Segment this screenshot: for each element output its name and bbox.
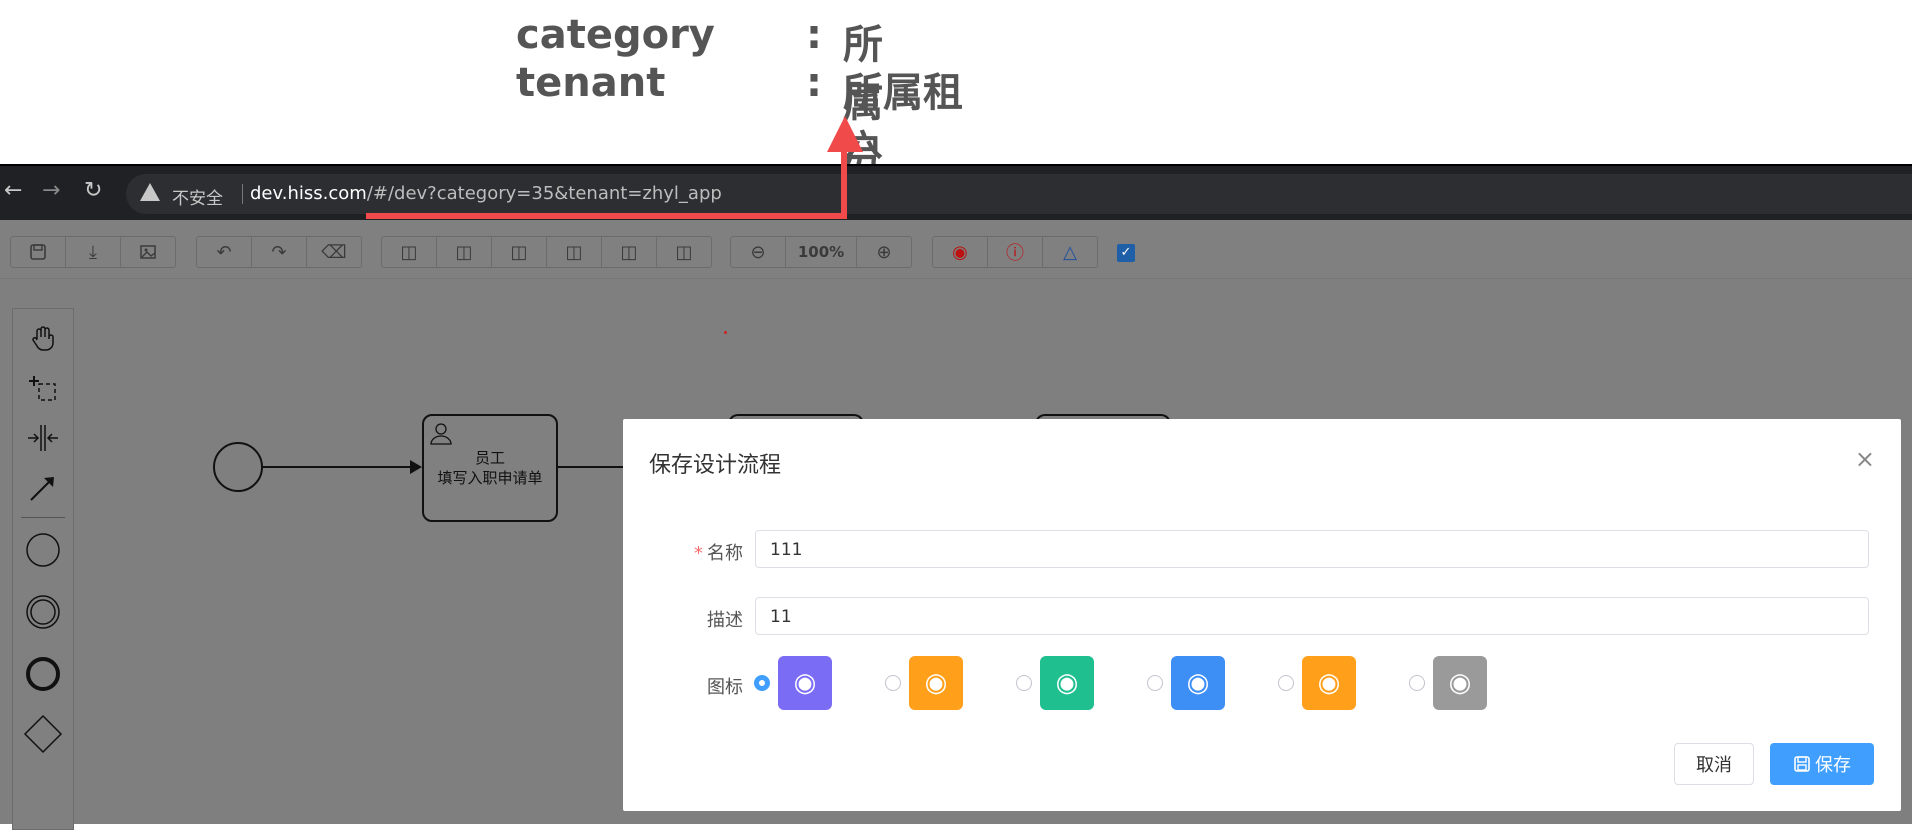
download-icon[interactable]: ⤓ — [66, 237, 121, 267]
reload-icon[interactable]: ↻ — [84, 178, 102, 203]
icon-glyph: ◉ — [793, 668, 817, 698]
task-label: 员工 填写入职申请单 — [424, 448, 556, 488]
canvas-marker — [724, 331, 727, 334]
annotation-header: category : 所属分类 tenant : 所属租户AppID — [0, 0, 1912, 242]
person-leave-gray-icon[interactable]: ◉ — [1433, 656, 1487, 710]
lasso-tool-icon[interactable] — [13, 363, 73, 413]
align-group: ◫ ◫ ◫ ◫ ◫ ◫ — [381, 236, 712, 268]
warning-icon — [140, 183, 160, 201]
file-group: ⤓ — [10, 236, 176, 268]
annotation-colon: : — [806, 60, 822, 106]
end-event-icon[interactable] — [13, 649, 73, 699]
undo-icon[interactable]: ↶ — [197, 237, 252, 267]
annotation-colon: : — [806, 12, 822, 58]
person-leave-icon[interactable]: ◉ — [1040, 656, 1094, 710]
required-mark: * — [694, 543, 703, 564]
sequence-flow[interactable] — [556, 466, 626, 468]
connect-tool-icon[interactable] — [13, 463, 73, 513]
zoom-out-icon[interactable]: ⊖ — [731, 237, 786, 267]
zoom-in-icon[interactable]: ⊕ — [857, 237, 911, 267]
align-bottom-icon[interactable]: ◫ — [657, 237, 711, 267]
save-icon — [1794, 756, 1810, 772]
url-path: /#/dev?category=35&tenant=zhyl_app — [366, 183, 722, 204]
document-sign-icon[interactable]: ◉ — [909, 656, 963, 710]
sequence-flow[interactable] — [261, 466, 411, 468]
browser-toolbar: ← → ↻ 不安全 dev.hiss.com/#/dev?category=35… — [0, 164, 1912, 222]
forward-icon[interactable]: → — [42, 178, 60, 203]
description-field[interactable]: 11 — [755, 597, 1869, 635]
align-middle-icon[interactable]: ◫ — [602, 237, 657, 267]
eraser-icon[interactable]: ⌫ — [307, 237, 361, 267]
icon-glyph: ◉ — [1186, 668, 1210, 698]
address-separator — [242, 184, 243, 204]
annotation-key: category — [516, 12, 715, 58]
annotation-key: tenant — [516, 60, 666, 106]
icon-radio[interactable] — [1016, 675, 1032, 691]
zoom-level[interactable]: 100% — [786, 237, 857, 267]
checkbox-icon[interactable]: ✓ — [1117, 244, 1135, 262]
stamp-icon[interactable]: △ — [1043, 237, 1097, 267]
icon-radio[interactable] — [885, 675, 901, 691]
align-right-icon[interactable]: ◫ — [492, 237, 547, 267]
task-label-line1: 员工 — [474, 449, 505, 467]
zoom-value: 100% — [797, 243, 845, 261]
designer-toolbar: ⤓ ↶ ↷ ⌫ ◫ ◫ ◫ ◫ ◫ ◫ ⊖ 100% ⊕ ◉ ⓘ △ ✓ — [0, 220, 1912, 279]
hand-tool-icon[interactable] — [13, 313, 73, 363]
save-process-dialog: 保存设计流程 × * 名称 111 描述 11 图标 ◉ ◉ ◉ ◉ ◉ ◉ 取消 保存 — [623, 419, 1901, 811]
redo-icon[interactable]: ↷ — [252, 237, 307, 267]
save-icon[interactable] — [11, 237, 66, 267]
zoom-group: ⊖ 100% ⊕ — [730, 236, 912, 268]
icon-radio[interactable] — [754, 675, 770, 691]
element-palette — [12, 308, 74, 830]
icon-glyph: ◉ — [1055, 668, 1079, 698]
gateway-icon[interactable] — [13, 709, 73, 759]
address-bar[interactable]: 不安全 dev.hiss.com/#/dev?category=35&tenan… — [126, 174, 1912, 214]
icon-glyph: ◉ — [1448, 668, 1472, 698]
validate-icon[interactable]: ⓘ — [988, 237, 1043, 267]
sim-icon[interactable]: ◉ — [933, 237, 988, 267]
align-center-icon[interactable]: ◫ — [437, 237, 492, 267]
task-label-line2: 填写入职申请单 — [437, 469, 543, 487]
url-text[interactable]: dev.hiss.com/#/dev?category=35&tenant=zh… — [250, 183, 722, 204]
url-host: dev.hiss.com — [250, 183, 367, 204]
intermediate-event-icon[interactable] — [13, 587, 73, 637]
calendar-add-icon[interactable]: ◉ — [778, 656, 832, 710]
name-label: * 名称 — [643, 539, 743, 565]
user-icon — [430, 423, 452, 445]
close-icon[interactable]: × — [1855, 445, 1875, 473]
description-label: 描述 — [707, 610, 743, 631]
save-button-label: 保存 — [1815, 755, 1851, 776]
user-task[interactable]: 员工 填写入职申请单 — [422, 414, 558, 522]
icon-glyph: ◉ — [1317, 668, 1341, 698]
icon-radio[interactable] — [1409, 675, 1425, 691]
space-tool-icon[interactable] — [13, 413, 73, 463]
save-button[interactable]: 保存 — [1770, 743, 1874, 785]
security-label[interactable]: 不安全 — [172, 184, 223, 209]
dialog-title: 保存设计流程 — [649, 453, 782, 478]
person-run-icon[interactable]: ◉ — [1171, 656, 1225, 710]
icon-glyph: ◉ — [924, 668, 948, 698]
tools-group: ◉ ⓘ △ — [932, 236, 1098, 268]
name-field[interactable]: 111 — [755, 530, 1869, 568]
align-left-icon[interactable]: ◫ — [382, 237, 437, 267]
start-event[interactable] — [213, 442, 263, 492]
align-top-icon[interactable]: ◫ — [547, 237, 602, 267]
back-icon[interactable]: ← — [4, 178, 22, 203]
image-icon[interactable] — [121, 237, 175, 267]
start-event-icon[interactable] — [13, 525, 73, 575]
desk-lamp-icon[interactable]: ◉ — [1302, 656, 1356, 710]
icon-radio[interactable] — [1278, 675, 1294, 691]
icon-radio[interactable] — [1147, 675, 1163, 691]
icon-label: 图标 — [707, 677, 743, 698]
edit-group: ↶ ↷ ⌫ — [196, 236, 362, 268]
palette-divider — [21, 517, 65, 518]
flow-arrowhead — [410, 460, 422, 474]
name-label-text: 名称 — [707, 543, 743, 564]
cancel-button[interactable]: 取消 — [1674, 743, 1754, 785]
